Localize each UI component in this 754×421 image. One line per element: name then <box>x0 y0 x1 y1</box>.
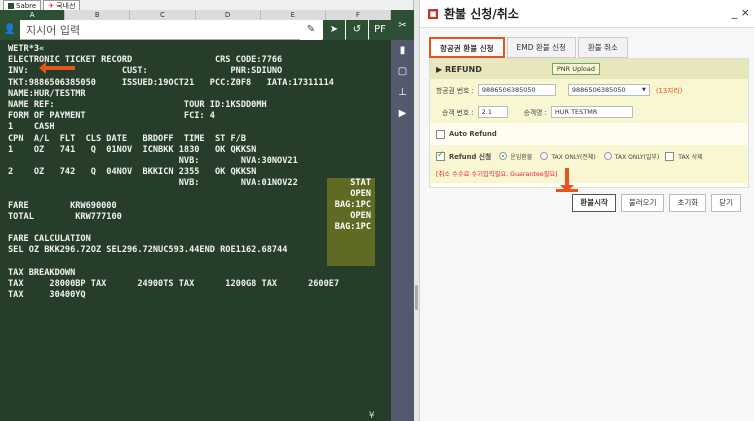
ticket-number-select[interactable]: 9886506385050 <box>567 84 650 96</box>
action-buttons: 환불시작 불러오기 초기화 닫기 <box>429 194 749 214</box>
refund-apply-checkbox[interactable] <box>436 150 445 161</box>
tax-all-label: TAX ONLY(전체) <box>551 153 596 161</box>
terminal-line: NVB: NVA:30NOV21 <box>8 155 298 166</box>
refund-tabs: 항공권 환불 신청 EMD 환불 신청 환불 취소 <box>429 37 630 58</box>
fare-refund-radio[interactable] <box>499 152 508 160</box>
edit-icon[interactable]: ✎ <box>300 19 322 40</box>
terminal-line: TKT:9886506385050 ISSUED:19OCT21 PCC:Z0F… <box>8 77 334 88</box>
terminal-command: WETR*3« <box>8 44 45 54</box>
column-tab-a[interactable]: A <box>0 10 66 20</box>
refund-type-row: Refund 신청 운임환불 TAX ONLY(전체) TAX ONLY(일부)… <box>430 145 748 167</box>
column-tab-d[interactable]: D <box>196 10 261 20</box>
pf-button[interactable]: PF <box>369 19 391 40</box>
passenger-name-label: 승객명 : <box>523 109 547 117</box>
fare-refund-label: 운임환불 <box>510 153 533 161</box>
send-icon[interactable]: ➤ <box>323 19 345 40</box>
column-tab-b[interactable]: B <box>65 10 131 20</box>
tab-domestic[interactable]: ✈ 국내선 <box>43 0 81 10</box>
plane-icon: ✈ <box>48 1 55 10</box>
reset-button[interactable]: 초기화 <box>669 194 707 212</box>
column-tab-c[interactable]: C <box>130 10 196 20</box>
tab-domestic-label: 국내선 <box>56 1 76 10</box>
terminal-sidebar: ▮ ▢ ⊥ ▶ <box>391 40 414 421</box>
coupon-status: OPEN <box>350 211 371 221</box>
refund-section-title: ▶ REFUND <box>436 64 482 74</box>
auto-refund-row: Auto Refund <box>430 123 748 145</box>
panel-title: 환불 신청/취소 <box>444 7 519 21</box>
column-tab-e[interactable]: E <box>261 10 326 20</box>
baggage-allowance: BAG:1PC <box>334 200 371 210</box>
terminal-line: NAME:HUR/TESTMR <box>8 88 86 99</box>
arrow-down-icon <box>560 168 574 192</box>
auto-refund-checkbox[interactable] <box>436 129 445 139</box>
play-icon[interactable]: ▶ <box>391 103 414 124</box>
resize-handle[interactable] <box>415 285 418 310</box>
passenger-no-field[interactable]: 2.1 <box>477 106 508 118</box>
terminal-line: NAME REF: TOUR ID:1KSDD0MH <box>8 99 267 110</box>
terminal-line: 2 OZ 742 Q 04NOV BKKICN 2355 OK QKKSN <box>8 167 257 178</box>
passenger-no-label: 승객 번호 : <box>442 109 474 117</box>
tax-partial-radio[interactable] <box>603 152 612 160</box>
ticket-digit-hint: (13자리) <box>655 87 683 95</box>
ticket-row: 항공권 번호 : 9886506385050 9886506385050 (13… <box>430 79 748 101</box>
command-bar: 👤 지시어 입력 ✎ ➤ ↺ PF <box>0 19 391 40</box>
arrow-underline <box>556 189 578 192</box>
baggage-allowance: BAG:1PC <box>334 222 371 232</box>
tab-emd-refund[interactable]: EMD 환불 신청 <box>506 37 576 58</box>
chart-icon[interactable]: ▮ <box>391 40 414 61</box>
fee-notice: [취소 수수료 수기입력필요, Guarantee필요] <box>430 167 748 183</box>
copy-icon[interactable]: ▢ <box>391 61 414 82</box>
terminal-pane: Sabre ✈ 국내선 A B C D E F ✂ 👤 지시어 입력 ✎ ➤ ↺ … <box>0 0 414 421</box>
column-tab-f[interactable]: F <box>326 10 392 20</box>
tax-all-radio[interactable] <box>540 152 549 160</box>
sabre-tab-icon <box>8 2 14 9</box>
tax-delete-label: TAX 삭제 <box>678 153 703 161</box>
terminal-line: TAX 28000BP TAX 24900TS TAX 1200G8 TAX 2… <box>8 278 340 289</box>
terminal-line: TAX 30400YQ <box>8 290 86 301</box>
passenger-name-field[interactable]: HUR TESTMR <box>550 106 633 118</box>
tab-sabre[interactable]: Sabre <box>3 0 42 10</box>
tab-refund-cancel[interactable]: 환불 취소 <box>577 37 628 58</box>
history-icon[interactable]: ↺ <box>346 19 368 40</box>
window-controls[interactable]: _ × <box>732 6 750 19</box>
panel-header: ■ 환불 신청/취소 <box>420 0 754 28</box>
app-root: { "tabs":[{"label":"Sabre"},{"label":"국내… <box>0 0 754 421</box>
refund-section-header: ▶ REFUND PNR Upload <box>430 59 748 79</box>
terminal-line: FORM OF PAYMENT FCI: 4 <box>8 111 215 122</box>
refund-apply-label: Refund 신청 <box>449 153 492 161</box>
tab-sabre-label: Sabre <box>16 1 37 10</box>
terminal-line: WETR*3« <box>8 44 391 55</box>
tax-delete-checkbox[interactable] <box>665 151 675 161</box>
column-tabs: A B C D E F <box>0 10 392 20</box>
ticket-label: 항공권 번호 : <box>436 87 474 95</box>
terminal-line: 1 OZ 741 Q 01NOV ICNBKK 1830 OK QKKSN <box>8 144 257 155</box>
passenger-row: 승객 번호 : 2.1 승객명 : HUR TESTMR <box>430 101 748 123</box>
terminal-line: CPN A/L FLT CLS DATE BRDOFF TIME ST F/B <box>8 133 246 144</box>
tax-partial-label: TAX ONLY(일부) <box>614 153 660 161</box>
refund-panel: ■ 환불 신청/취소 _ × 항공권 환불 신청 EMD 환불 신청 환불 취소 … <box>419 0 754 421</box>
refund-form: ▶ REFUND PNR Upload 항공권 번호 : 988650638505… <box>429 58 749 188</box>
terminal-line: ELECTRONIC TICKET RECORD CRS CODE:7766 <box>8 55 283 66</box>
command-input[interactable]: 지시어 입력 <box>20 22 299 38</box>
start-refund-button[interactable]: 환불시작 <box>572 194 616 212</box>
yen-symbol: ¥ <box>369 411 375 421</box>
ticket-number-field[interactable]: 9886506385050 <box>477 84 556 96</box>
tools-icon[interactable]: ✂ <box>391 10 414 40</box>
pin-icon[interactable]: ⊥ <box>391 82 414 103</box>
user-icon[interactable]: 👤 <box>0 19 20 40</box>
load-button[interactable]: 불러오기 <box>620 194 665 212</box>
close-button[interactable]: 닫기 <box>711 194 741 212</box>
terminal-line: 1 CASH <box>8 122 55 133</box>
coupon-status: OPEN <box>350 189 371 199</box>
tab-ticket-refund[interactable]: 항공권 환불 신청 <box>429 37 505 58</box>
stat-header: STAT <box>350 178 371 188</box>
arrow-left-icon <box>39 62 75 74</box>
session-tabs: Sabre ✈ 국내선 <box>0 0 414 10</box>
terminal-line: TAX BREAKDOWN <box>8 267 76 278</box>
panel-badge-icon: ■ <box>428 8 438 19</box>
auto-refund-label: Auto Refund <box>449 130 497 138</box>
pnr-upload-button[interactable]: PNR Upload <box>551 63 600 75</box>
